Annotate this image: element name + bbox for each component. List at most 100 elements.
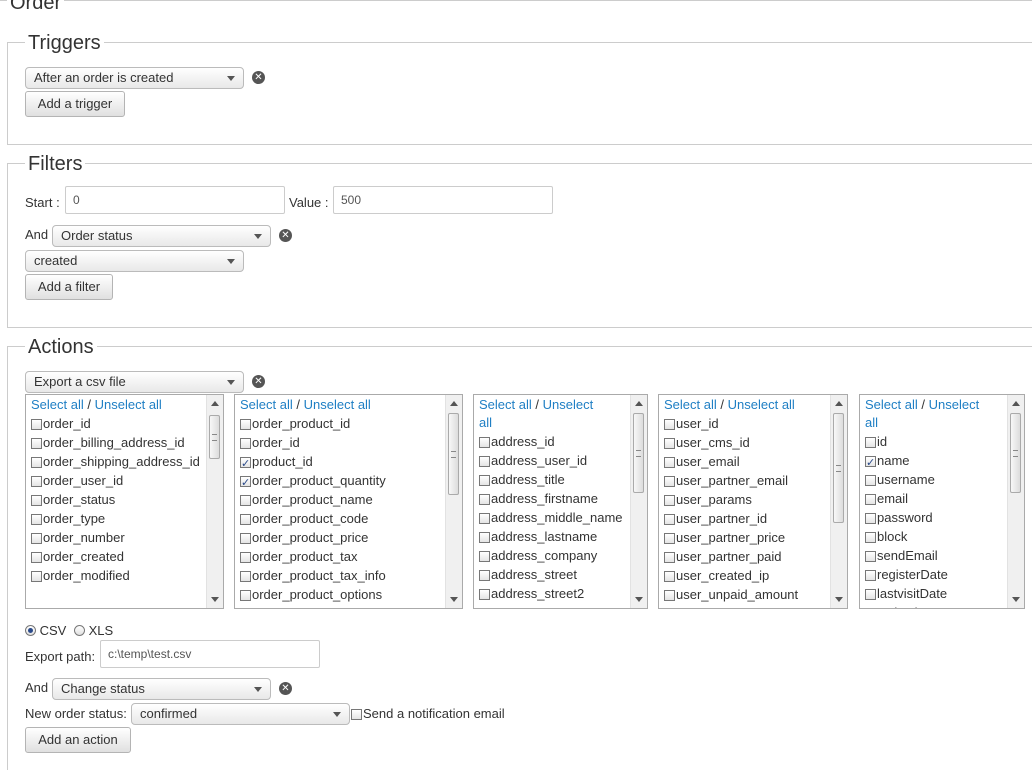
column-option[interactable]: order_product_tax_info bbox=[240, 566, 444, 585]
scroll-thumb[interactable] bbox=[209, 415, 220, 459]
column-checkbox[interactable] bbox=[479, 437, 490, 448]
column-option[interactable]: address_street bbox=[479, 565, 629, 584]
column-option[interactable]: product_id bbox=[240, 452, 444, 473]
action-select[interactable]: Export a csv file bbox=[25, 371, 244, 393]
column-checkbox[interactable] bbox=[479, 494, 490, 505]
remove-filter-icon[interactable]: ✕ bbox=[279, 229, 292, 242]
remove-action-icon[interactable]: ✕ bbox=[252, 375, 265, 388]
column-option[interactable]: address_title bbox=[479, 470, 629, 489]
unselect-all-word[interactable]: all bbox=[865, 415, 878, 430]
xls-radio[interactable] bbox=[73, 625, 85, 636]
list-scrollbar[interactable] bbox=[445, 395, 462, 608]
column-option[interactable]: order_billing_address_id bbox=[31, 433, 205, 452]
column-checkbox[interactable] bbox=[31, 419, 42, 430]
column-list-order[interactable]: Select all / Unselect all order_id order_… bbox=[25, 394, 224, 609]
column-checkbox[interactable] bbox=[240, 590, 251, 601]
column-checkbox[interactable] bbox=[240, 514, 251, 525]
column-option[interactable]: user_partner_paid bbox=[664, 547, 829, 566]
column-checkbox[interactable] bbox=[240, 533, 251, 544]
column-option[interactable]: registerDate bbox=[865, 565, 1006, 584]
column-checkbox[interactable] bbox=[664, 571, 675, 582]
column-option[interactable]: order_product_tax bbox=[240, 547, 444, 566]
column-option[interactable]: sendEmail bbox=[865, 546, 1006, 565]
list-scrollbar[interactable] bbox=[830, 395, 847, 608]
select-all-link[interactable]: Select all bbox=[664, 397, 717, 412]
column-checkbox[interactable] bbox=[31, 438, 42, 449]
scroll-down-icon[interactable] bbox=[450, 597, 458, 602]
column-checkbox[interactable] bbox=[479, 570, 490, 581]
unselect-all-link[interactable]: Unselect all bbox=[304, 397, 371, 412]
column-list-order-product[interactable]: Select all / Unselect all order_product_… bbox=[234, 394, 463, 609]
column-checkbox[interactable] bbox=[664, 533, 675, 544]
add-trigger-button[interactable]: Add a trigger bbox=[25, 91, 125, 117]
column-option[interactable]: user_cms_id bbox=[664, 433, 829, 452]
column-checkbox[interactable] bbox=[240, 438, 251, 449]
column-checkbox[interactable] bbox=[240, 552, 251, 563]
second-action-select[interactable]: Change status bbox=[52, 678, 271, 700]
select-all-link[interactable]: Select all bbox=[865, 397, 918, 412]
column-option[interactable]: order_number bbox=[31, 528, 205, 547]
column-checkbox[interactable] bbox=[240, 495, 251, 506]
column-option[interactable]: order_product_options bbox=[240, 585, 444, 604]
column-checkbox[interactable] bbox=[664, 438, 675, 449]
add-action-button[interactable]: Add an action bbox=[25, 727, 131, 753]
column-option[interactable]: order_id bbox=[31, 414, 205, 433]
column-checkbox[interactable] bbox=[865, 532, 876, 543]
column-checkbox[interactable] bbox=[31, 571, 42, 582]
column-checkbox[interactable] bbox=[31, 552, 42, 563]
column-checkbox[interactable] bbox=[31, 514, 42, 525]
list-scrollbar[interactable] bbox=[1007, 395, 1024, 608]
unselect-link[interactable]: Unselect bbox=[543, 397, 594, 412]
unselect-all-link[interactable]: Unselect all bbox=[95, 397, 162, 412]
column-option[interactable]: address_id bbox=[479, 432, 629, 451]
column-option[interactable]: address_user_id bbox=[479, 451, 629, 470]
column-option[interactable]: order_product_id bbox=[240, 414, 444, 433]
column-option[interactable]: order_user_id bbox=[31, 471, 205, 490]
column-option[interactable]: user_params bbox=[664, 490, 829, 509]
column-option[interactable]: order_product_price bbox=[240, 528, 444, 547]
select-all-link[interactable]: Select all bbox=[31, 397, 84, 412]
column-option[interactable]: address_middle_name bbox=[479, 508, 629, 527]
column-option[interactable]: user_partner_id bbox=[664, 509, 829, 528]
column-option[interactable]: user_created_ip bbox=[664, 566, 829, 585]
scroll-down-icon[interactable] bbox=[211, 597, 219, 602]
select-all-link[interactable]: Select all bbox=[240, 397, 293, 412]
column-option[interactable]: order_modified bbox=[31, 566, 205, 585]
column-checkbox[interactable] bbox=[31, 476, 42, 487]
column-option[interactable]: order_status bbox=[31, 490, 205, 509]
column-checkbox[interactable] bbox=[31, 495, 42, 506]
column-option[interactable]: address_firstname bbox=[479, 489, 629, 508]
column-checkbox[interactable] bbox=[664, 514, 675, 525]
column-checkbox[interactable] bbox=[865, 494, 876, 505]
column-checkbox[interactable] bbox=[664, 590, 675, 601]
column-option[interactable]: order_type bbox=[31, 509, 205, 528]
column-checkbox[interactable] bbox=[865, 513, 876, 524]
add-filter-button[interactable]: Add a filter bbox=[25, 274, 113, 300]
scroll-thumb[interactable] bbox=[448, 413, 459, 495]
column-option[interactable]: activation bbox=[865, 603, 1006, 608]
column-checkbox[interactable] bbox=[479, 456, 490, 467]
column-checkbox[interactable] bbox=[240, 473, 251, 492]
column-option[interactable]: order_product_quantity bbox=[240, 471, 444, 492]
scroll-up-icon[interactable] bbox=[211, 401, 219, 406]
column-checkbox[interactable] bbox=[865, 551, 876, 562]
unselect-link[interactable]: Unselect bbox=[929, 397, 980, 412]
column-option[interactable]: order_created bbox=[31, 547, 205, 566]
column-checkbox[interactable] bbox=[664, 552, 675, 563]
column-option[interactable]: block bbox=[865, 527, 1006, 546]
column-checkbox[interactable] bbox=[664, 476, 675, 487]
export-path-input[interactable]: c:\temp\test.csv bbox=[100, 640, 320, 668]
column-option[interactable]: user_unpaid_amount bbox=[664, 585, 829, 604]
column-option[interactable]: password bbox=[865, 508, 1006, 527]
unselect-all-word[interactable]: all bbox=[479, 415, 492, 430]
column-option[interactable]: user_id bbox=[664, 414, 829, 433]
column-checkbox[interactable] bbox=[479, 589, 490, 600]
column-checkbox[interactable] bbox=[479, 551, 490, 562]
column-option[interactable]: id bbox=[865, 432, 1006, 451]
column-checkbox[interactable] bbox=[664, 457, 675, 468]
column-option[interactable]: order_product_name bbox=[240, 490, 444, 509]
column-checkbox[interactable] bbox=[479, 532, 490, 543]
new-status-select[interactable]: confirmed bbox=[131, 703, 350, 725]
scroll-thumb[interactable] bbox=[1010, 413, 1021, 493]
column-checkbox[interactable] bbox=[865, 475, 876, 486]
